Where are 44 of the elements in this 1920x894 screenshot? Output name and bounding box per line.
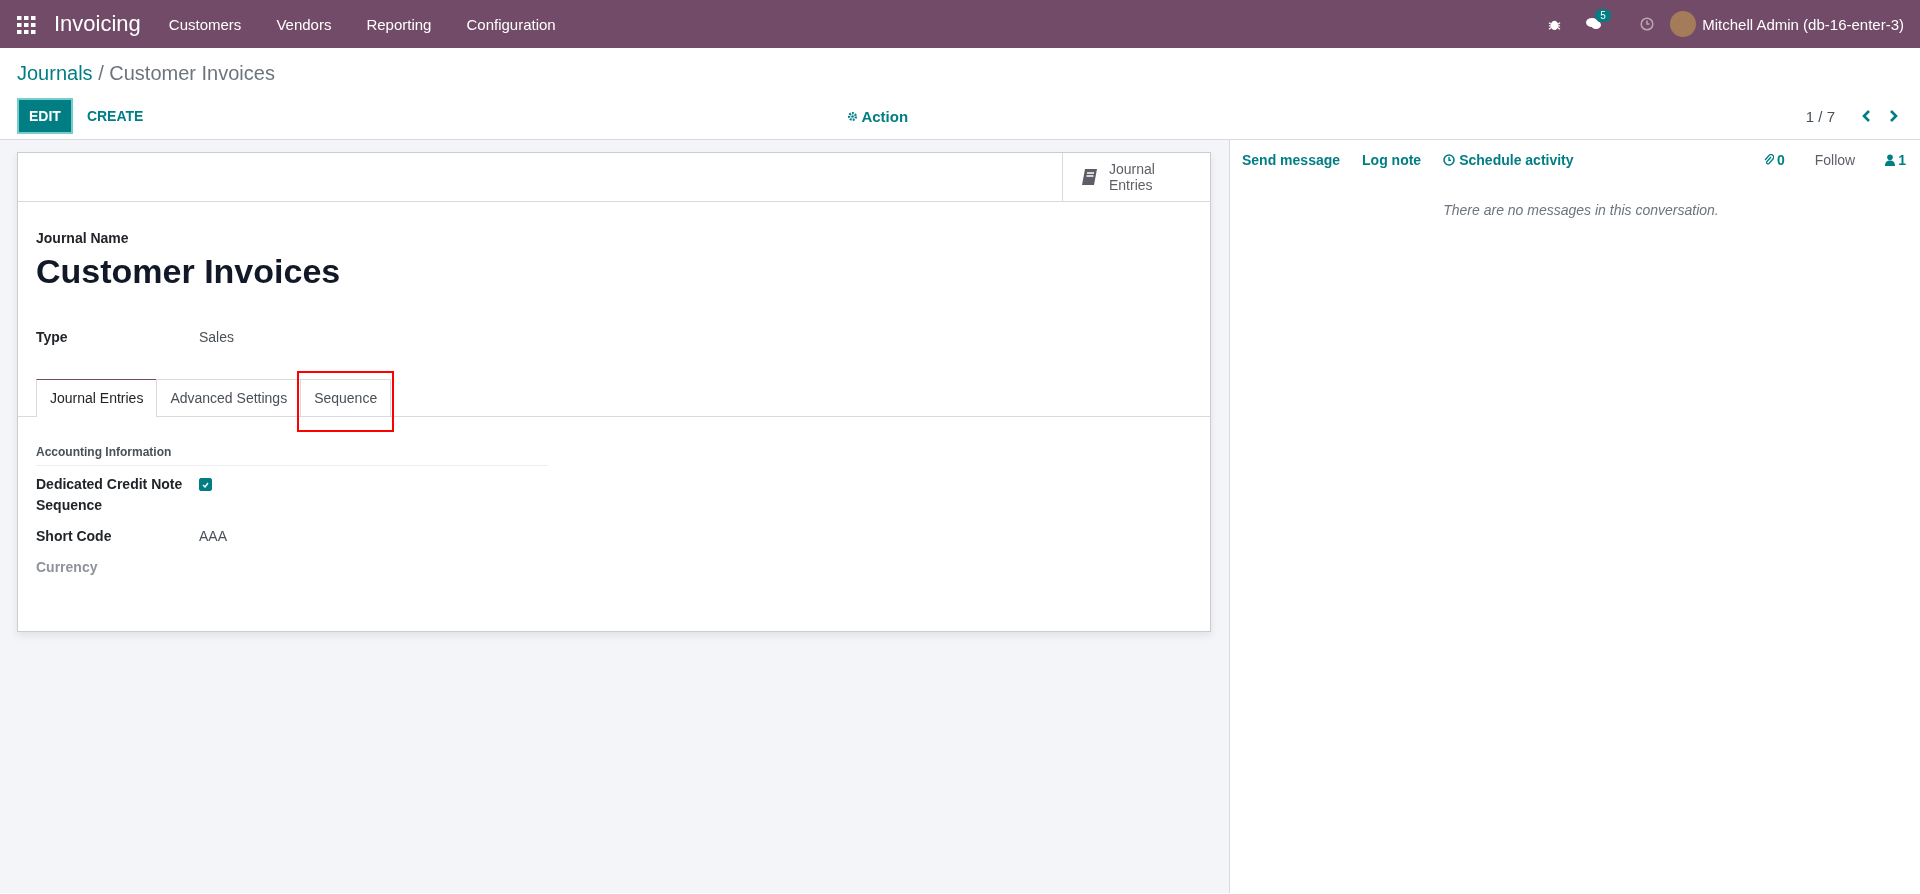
checkbox[interactable] [199, 478, 212, 491]
journal-name: Customer Invoices [36, 252, 342, 291]
create-button[interactable]: CREATE [72, 100, 158, 132]
breadcrumb-link[interactable]: Journals [17, 62, 93, 84]
user-name[interactable]: Mitchell Admin (db-16-enter-3) [1702, 15, 1904, 33]
field-label: Journal Name [36, 230, 130, 246]
pager-counter: 1 / 7 [1805, 107, 1835, 125]
clock-icon[interactable] [1640, 17, 1655, 31]
chatter-action[interactable]: Log note [1362, 152, 1432, 168]
check-icon [202, 481, 209, 488]
user-icon [1885, 154, 1896, 166]
menu-item[interactable]: Vendors [276, 15, 332, 33]
chatter-action[interactable]: Schedule activity [1443, 152, 1584, 168]
paperclip-icon [1763, 154, 1774, 166]
field-label: Currency [36, 558, 99, 577]
field-value: Sales [199, 329, 235, 345]
journal-entries-button[interactable]: Journal Entries [1062, 153, 1210, 201]
menu-item[interactable]: Configuration [466, 15, 556, 33]
tab[interactable]: Journal Entries [36, 379, 158, 417]
menu-item[interactable]: Customers [168, 15, 242, 33]
breadcrumb-separator: / [98, 62, 104, 84]
app-name[interactable]: Invoicing [54, 11, 141, 37]
message-count-badge: 5 [1595, 9, 1611, 22]
section-title: Accounting Information [36, 445, 548, 466]
next-icon[interactable] [1889, 109, 1899, 123]
field-label: Dedicated Credit Note Sequence [36, 475, 184, 515]
attachments-button[interactable]: 0 [1757, 151, 1791, 169]
book-icon [1079, 167, 1099, 187]
previous-icon[interactable] [1861, 109, 1871, 123]
empty-conversation-message: There are no messages in this conversation. [1442, 202, 1720, 218]
chat-icon[interactable] [1585, 17, 1603, 31]
action-button[interactable]: Action [847, 107, 909, 125]
chatter-action[interactable]: Send message [1242, 152, 1351, 168]
menu-item[interactable]: Reporting [366, 15, 432, 33]
follow-button[interactable]: Follow [1808, 151, 1862, 169]
followers-button[interactable]: 1 [1879, 151, 1912, 169]
field-label: Short Code [36, 527, 113, 546]
app-grid-icon[interactable] [16, 14, 36, 34]
field-label: Type [36, 329, 69, 345]
breadcrumb-current: Customer Invoices [109, 62, 275, 84]
tab[interactable]: Sequence [300, 379, 392, 416]
field-value: AAA [199, 527, 227, 546]
edit-button[interactable]: EDIT [17, 98, 73, 134]
gear-icon [847, 110, 859, 122]
